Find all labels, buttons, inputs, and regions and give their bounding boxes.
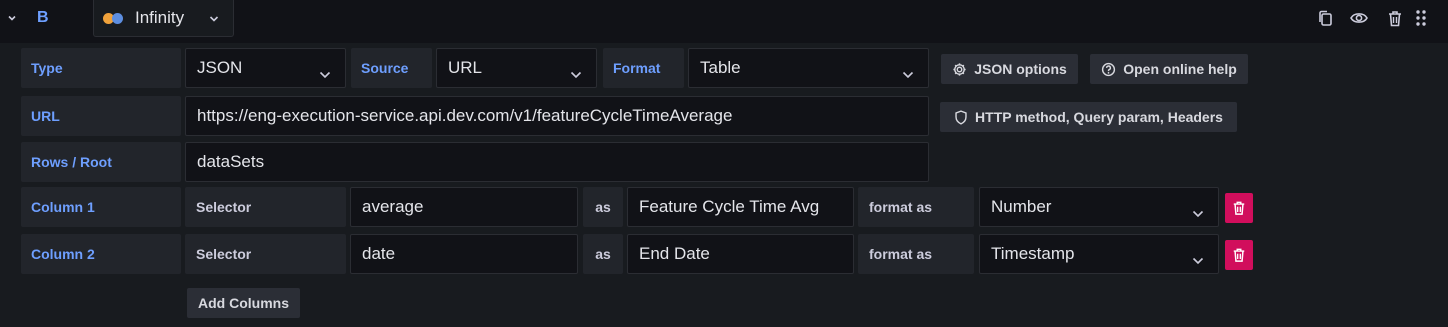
type-select-value: JSON (197, 58, 243, 77)
column-1-selector-input[interactable]: average (350, 187, 578, 227)
column-2-selector-input[interactable]: date (350, 234, 578, 274)
trash-icon[interactable] (1386, 9, 1404, 27)
json-options-button[interactable]: JSON options (941, 54, 1078, 84)
chevron-down-icon (208, 12, 220, 30)
url-label: URL (21, 96, 181, 136)
type-label: Type (21, 48, 181, 88)
datasource-name: Infinity (135, 8, 185, 27)
chevron-down-icon (1192, 250, 1204, 270)
url-input[interactable]: https://eng-execution-service.api.dev.co… (185, 96, 929, 136)
open-online-help-button[interactable]: Open online help (1090, 54, 1248, 84)
column-2-as-label: as (583, 234, 623, 274)
http-options-label: HTTP method, Query param, Headers (975, 109, 1223, 125)
source-label: Source (351, 48, 432, 88)
column-2-format-value: Timestamp (991, 244, 1075, 263)
http-options-button[interactable]: HTTP method, Query param, Headers (940, 102, 1237, 132)
query-ref-id[interactable]: B (37, 8, 49, 28)
column-1-format-select[interactable]: Number (979, 187, 1219, 227)
shield-icon (954, 109, 968, 125)
query-header: B Infinity (0, 0, 1448, 43)
source-select[interactable]: URL (436, 48, 597, 88)
infinity-logo-icon (103, 11, 125, 25)
column-1-as-label: as (583, 187, 623, 227)
column-2-format-select[interactable]: Timestamp (979, 234, 1219, 274)
chevron-down-icon (570, 64, 582, 84)
collapse-chevron-icon[interactable] (4, 10, 20, 26)
delete-column-2-button[interactable] (1225, 240, 1253, 270)
column-2-label: Column 2 (21, 234, 181, 274)
format-select[interactable]: Table (688, 48, 929, 88)
column-2-selector-label: Selector (185, 234, 346, 274)
trash-icon (1232, 200, 1246, 216)
column-2-format-label: format as (858, 234, 974, 274)
column-1-label: Column 1 (21, 187, 181, 227)
column-2-alias-input[interactable]: End Date (627, 234, 854, 274)
datasource-picker[interactable]: Infinity (93, 0, 234, 37)
online-help-label: Open online help (1123, 61, 1237, 77)
add-columns-button[interactable]: Add Columns (187, 288, 300, 318)
format-select-value: Table (700, 58, 741, 77)
question-circle-icon (1101, 62, 1116, 77)
column-1-format-value: Number (991, 197, 1052, 216)
column-1-format-label: format as (858, 187, 974, 227)
type-select[interactable]: JSON (185, 48, 346, 88)
chevron-down-icon (902, 64, 914, 84)
column-1-selector-label: Selector (185, 187, 346, 227)
drag-handle-icon[interactable] (1412, 9, 1430, 27)
json-options-label: JSON options (974, 61, 1067, 77)
gear-icon (952, 62, 967, 77)
copy-icon[interactable] (1316, 9, 1334, 27)
chevron-down-icon (1192, 203, 1204, 223)
rows-root-label: Rows / Root (21, 142, 181, 182)
eye-icon[interactable] (1350, 9, 1368, 27)
format-label: Format (603, 48, 684, 88)
column-1-alias-input[interactable]: Feature Cycle Time Avg (627, 187, 854, 227)
rows-root-input[interactable]: dataSets (185, 142, 929, 182)
trash-icon (1232, 247, 1246, 263)
delete-column-1-button[interactable] (1225, 193, 1253, 223)
source-select-value: URL (448, 58, 483, 77)
chevron-down-icon (319, 64, 331, 84)
